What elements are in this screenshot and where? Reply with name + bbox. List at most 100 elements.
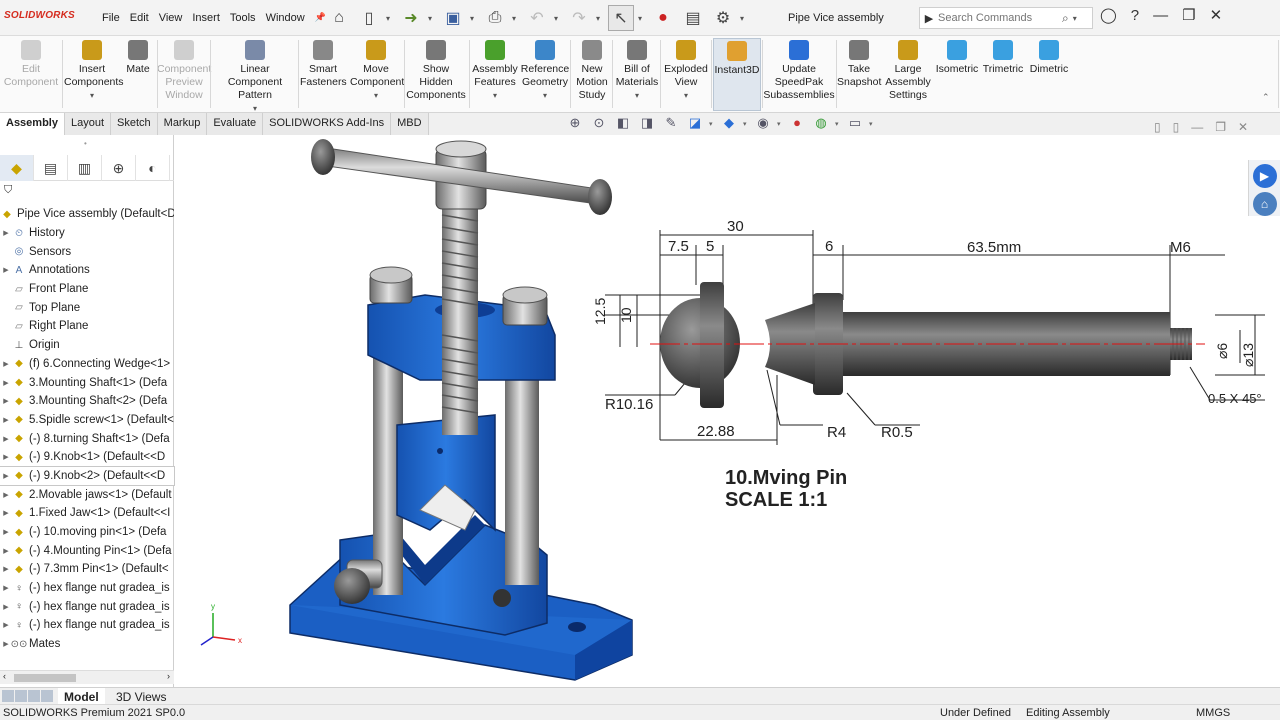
scroll-right-icon[interactable]: › <box>167 671 170 681</box>
apply-scene-dropdown-icon[interactable]: ▾ <box>835 120 841 128</box>
view-orientation-dropdown-icon[interactable]: ▾ <box>709 120 715 128</box>
chevron-down-icon[interactable]: ▾ <box>614 89 660 102</box>
hide-show-items-icon[interactable]: ◉ <box>753 115 773 133</box>
tree-item[interactable]: ▶ ◆ 1.Fixed Jaw<1> (Default<<I <box>0 504 174 523</box>
tab-solidworks-add-ins[interactable]: SOLIDWORKS Add-Ins <box>263 113 392 135</box>
undo-icon[interactable]: ↶ <box>524 5 550 31</box>
tree-item[interactable]: ▶ ⊙⊙ Mates <box>0 635 174 654</box>
file-properties-icon[interactable]: ▤ <box>680 5 706 31</box>
status-units[interactable]: MMGS <box>1196 707 1230 719</box>
ribbon-linearcomponent-pattern[interactable]: Linear Component Pattern ▾ <box>212 38 298 113</box>
filter-icon[interactable]: ⛉ <box>4 184 12 197</box>
ribbon-smart-fasteners[interactable]: Smart Fasteners <box>300 38 347 111</box>
menu-file[interactable]: File <box>97 12 125 24</box>
print-icon[interactable]: ⎙ <box>482 5 508 31</box>
ribbon-large-assembly-settings[interactable]: Large Assembly Settings <box>883 38 933 111</box>
ribbon-component-preview-window[interactable]: Component Preview Window <box>157 38 211 111</box>
ribbon-mate[interactable]: Mate <box>119 38 157 111</box>
tab-model[interactable]: Model <box>58 688 105 705</box>
ribbon-insert-components[interactable]: Insert Components ▾ <box>64 38 124 111</box>
tab-evaluate[interactable]: Evaluate <box>207 113 264 135</box>
redo-dropdown-icon[interactable]: ▾ <box>596 14 604 23</box>
expand-arrow-icon[interactable]: ▶ <box>0 472 12 480</box>
tree-item[interactable]: ▶ ◆ (-) 4.Mounting Pin<1> (Defa <box>0 541 174 560</box>
doc-minimize-icon[interactable]: — <box>1191 120 1203 134</box>
display-manager-tab-icon[interactable]: ◐ <box>136 155 170 181</box>
minimize-icon[interactable]: — <box>1153 7 1168 24</box>
tree-item[interactable]: ▶ ◆ (-) 10.moving pin<1> (Defa <box>0 523 174 542</box>
display-style-dropdown-icon[interactable]: ▾ <box>743 120 749 128</box>
tree-item[interactable]: ▱ Top Plane <box>0 298 174 317</box>
tree-item[interactable]: ▶ ◆ 3.Mounting Shaft<1> (Defa <box>0 373 174 392</box>
expand-arrow-icon[interactable]: ▶ <box>0 603 12 611</box>
ribbon-take-snapshot[interactable]: Take Snapshot <box>837 38 881 111</box>
open-dropdown-icon[interactable]: ▾ <box>428 14 436 23</box>
search-icon[interactable]: ⌕ <box>1062 11 1069 26</box>
dynamic-annotation-icon[interactable]: ✎ <box>661 115 681 133</box>
tree-item[interactable]: ▶ ♀ (-) hex flange nut gradea_is <box>0 616 174 635</box>
ribbon-new-motion-study[interactable]: New Motion Study <box>572 38 612 111</box>
chevron-down-icon[interactable]: ▾ <box>64 89 120 102</box>
tree-horizontal-scrollbar[interactable]: ‹ › <box>0 670 174 684</box>
moving-pin-drawing[interactable]: 30 7.5 5 6 63.5mm M6 12.5 10 ⌀6 ⌀13 R10.… <box>592 218 1265 511</box>
tab-assembly[interactable]: Assembly <box>0 113 65 135</box>
ribbon-isometric[interactable]: Isometric <box>933 38 981 111</box>
expand-arrow-icon[interactable]: ▶ <box>0 584 12 592</box>
ribbon-update-speedpak-subassemblies[interactable]: Update SpeedPak Subassemblies <box>763 38 835 111</box>
tab-markup[interactable]: Markup <box>157 113 208 135</box>
menu-window[interactable]: Window <box>261 12 310 24</box>
select-icon[interactable]: ↖ <box>608 5 634 31</box>
section-view-icon[interactable]: ◨ <box>637 115 657 133</box>
property-manager-tab-icon[interactable]: ▤ <box>34 155 68 181</box>
menu-view[interactable]: View <box>154 12 188 24</box>
expand-arrow-icon[interactable]: ▶ <box>0 528 12 536</box>
tree-item[interactable]: ▶ ◆ (-) 7.3mm Pin<1> (Default< <box>0 560 174 579</box>
traffic-light-icon[interactable]: ● <box>650 5 676 31</box>
open-icon[interactable]: ➜ <box>398 5 424 31</box>
options-gear-icon[interactable]: ⚙ <box>710 5 736 31</box>
tree-item[interactable]: ▶ A Annotations <box>0 261 174 280</box>
tree-item[interactable]: ▶ ◆ (-) 9.Knob<2> (Default<<D <box>0 465 175 487</box>
tab-layout[interactable]: Layout <box>64 113 112 135</box>
expand-arrow-icon[interactable]: ▶ <box>0 397 12 405</box>
pane-splitter-handle[interactable]: • <box>84 139 87 148</box>
expand-arrow-icon[interactable]: ▶ <box>0 453 12 461</box>
feature-tree-tab-icon[interactable]: ◆ <box>0 155 34 181</box>
model-viewport[interactable]: y x 30 7.5 5 6 63.5mm M6 12.5 10 ⌀6 ⌀13 … <box>175 135 1280 687</box>
expand-arrow-icon[interactable]: ▶ <box>0 379 12 387</box>
collapse-ribbon-icon[interactable]: ⌃ <box>1262 92 1270 103</box>
tree-root[interactable]: ◆ Pipe Vice assembly (Default<D <box>0 205 174 224</box>
print-dropdown-icon[interactable]: ▾ <box>512 14 520 23</box>
search-commands[interactable]: ▶ ⌕ ▾ <box>919 7 1093 29</box>
save-dropdown-icon[interactable]: ▾ <box>470 14 478 23</box>
ribbon-billof-materials[interactable]: Bill of Materials ▾ <box>614 38 660 111</box>
ribbon-dimetric[interactable]: Dimetric <box>1026 38 1072 111</box>
edit-appearance-icon[interactable]: ● <box>787 115 807 133</box>
search-dropdown-icon[interactable]: ▾ <box>1073 14 1077 23</box>
save-icon[interactable]: ▣ <box>440 5 466 31</box>
view-settings-icon[interactable]: ▭ <box>845 115 865 133</box>
tree-item[interactable]: ▶ ◆ (-) 8.turning Shaft<1> (Defa <box>0 429 174 448</box>
apply-scene-icon[interactable]: ◍ <box>811 115 831 133</box>
chevron-down-icon[interactable]: ▾ <box>662 89 710 102</box>
view-settings-dropdown-icon[interactable]: ▾ <box>869 120 875 128</box>
tree-item[interactable]: ▶ ◆ (f) 6.Connecting Wedge<1> <box>0 355 174 374</box>
tree-item[interactable]: ▶ ◆ (-) 9.Knob<1> (Default<<D <box>0 448 174 467</box>
scroll-left-icon[interactable]: ‹ <box>3 671 6 681</box>
undo-dropdown-icon[interactable]: ▾ <box>554 14 562 23</box>
tree-item[interactable]: ▶ ♀ (-) hex flange nut gradea_is <box>0 597 174 616</box>
ribbon-reference-geometry[interactable]: Reference Geometry ▾ <box>519 38 571 111</box>
tab-mbd[interactable]: MBD <box>391 113 429 135</box>
tree-item[interactable]: ▶ ♀ (-) hex flange nut gradea_is <box>0 579 174 598</box>
tree-item[interactable]: ▶ ◆ 3.Mounting Shaft<2> (Defa <box>0 392 174 411</box>
options-dropdown-icon[interactable]: ▾ <box>740 14 748 23</box>
view-orientation-icon[interactable]: ◪ <box>685 115 705 133</box>
hex-nut-right[interactable] <box>502 286 548 326</box>
tree-item[interactable]: ▶ ◆ 2.Movable jaws<1> (Default <box>0 485 174 504</box>
tree-item[interactable]: ▱ Front Plane <box>0 280 174 299</box>
hide-show-dropdown-icon[interactable]: ▾ <box>777 120 783 128</box>
tree-item[interactable]: ▶ ◆ 5.Spidle screw<1> (Default< <box>0 411 174 430</box>
select-dropdown-icon[interactable]: ▾ <box>638 14 646 23</box>
solidworks-logo[interactable]: SOLIDWORKS <box>4 10 75 21</box>
tree-item[interactable]: ▱ Right Plane <box>0 317 174 336</box>
